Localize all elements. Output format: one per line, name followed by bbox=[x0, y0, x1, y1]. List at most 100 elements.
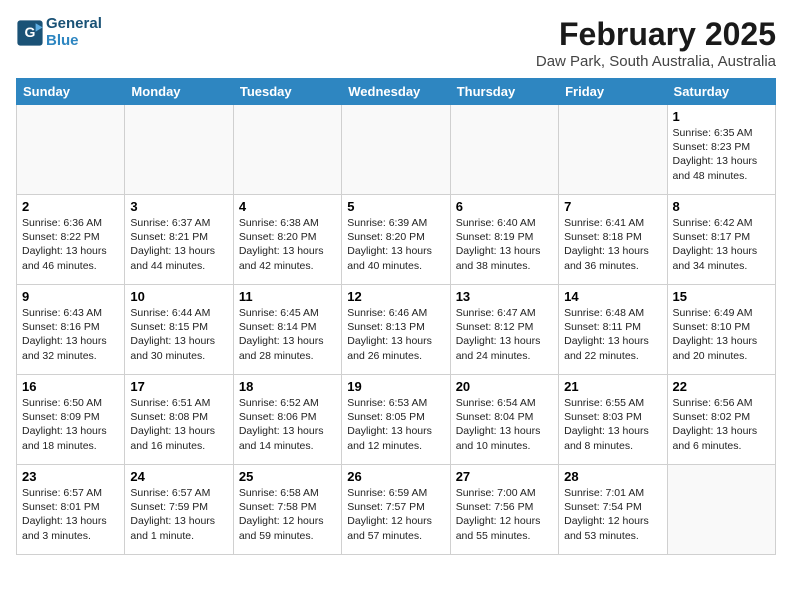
day-info: Sunrise: 6:37 AM Sunset: 8:21 PM Dayligh… bbox=[130, 216, 227, 273]
day-info: Sunrise: 6:40 AM Sunset: 8:19 PM Dayligh… bbox=[456, 216, 553, 273]
day-number: 19 bbox=[347, 379, 444, 394]
day-number: 6 bbox=[456, 199, 553, 214]
day-info: Sunrise: 6:49 AM Sunset: 8:10 PM Dayligh… bbox=[673, 306, 770, 363]
calendar-cell: 3 Sunrise: 6:37 AM Sunset: 8:21 PM Daylig… bbox=[125, 195, 233, 285]
calendar-cell bbox=[342, 105, 450, 195]
day-number: 26 bbox=[347, 469, 444, 484]
weekday-header-wednesday: Wednesday bbox=[342, 79, 450, 105]
calendar-cell: 23Sunrise: 6:57 AM Sunset: 8:01 PM Dayli… bbox=[17, 465, 125, 555]
day-info: Sunrise: 7:01 AM Sunset: 7:54 PM Dayligh… bbox=[564, 486, 661, 543]
logo-line2: Blue bbox=[46, 33, 102, 50]
calendar-cell: 1Sunrise: 6:35 AM Sunset: 8:23 PM Daylig… bbox=[667, 105, 775, 195]
day-info: Sunrise: 6:36 AM Sunset: 8:22 PM Dayligh… bbox=[22, 216, 119, 273]
calendar-week-row: 2 Sunrise: 6:36 AM Sunset: 8:22 PM Daylig… bbox=[17, 195, 776, 285]
day-info: Sunrise: 6:57 AM Sunset: 7:59 PM Dayligh… bbox=[130, 486, 227, 543]
day-info: Sunrise: 6:58 AM Sunset: 7:58 PM Dayligh… bbox=[239, 486, 336, 543]
calendar-title: February 2025 bbox=[536, 16, 776, 53]
calendar-cell: 24 Sunrise: 6:57 AM Sunset: 7:59 PM Dayli… bbox=[125, 465, 233, 555]
weekday-header-friday: Friday bbox=[559, 79, 667, 105]
day-info: Sunrise: 6:47 AM Sunset: 8:12 PM Dayligh… bbox=[456, 306, 553, 363]
calendar-cell: 26 Sunrise: 6:59 AM Sunset: 7:57 PM Dayli… bbox=[342, 465, 450, 555]
day-number: 7 bbox=[564, 199, 661, 214]
day-info: Sunrise: 7:00 AM Sunset: 7:56 PM Dayligh… bbox=[456, 486, 553, 543]
calendar-cell bbox=[17, 105, 125, 195]
logo: G General Blue bbox=[16, 16, 102, 49]
day-number: 17 bbox=[130, 379, 227, 394]
day-number: 5 bbox=[347, 199, 444, 214]
calendar-cell: 21Sunrise: 6:55 AM Sunset: 8:03 PM Dayli… bbox=[559, 375, 667, 465]
calendar-cell: 25 Sunrise: 6:58 AM Sunset: 7:58 PM Dayli… bbox=[233, 465, 341, 555]
day-number: 9 bbox=[22, 289, 119, 304]
calendar-cell: 12 Sunrise: 6:46 AM Sunset: 8:13 PM Dayli… bbox=[342, 285, 450, 375]
calendar-cell: 5Sunrise: 6:39 AM Sunset: 8:20 PM Daylig… bbox=[342, 195, 450, 285]
calendar-cell: 15 Sunrise: 6:49 AM Sunset: 8:10 PM Dayli… bbox=[667, 285, 775, 375]
weekday-header-sunday: Sunday bbox=[17, 79, 125, 105]
day-number: 24 bbox=[130, 469, 227, 484]
calendar-cell bbox=[450, 105, 558, 195]
calendar-cell: 9 Sunrise: 6:43 AM Sunset: 8:16 PM Daylig… bbox=[17, 285, 125, 375]
day-info: Sunrise: 6:44 AM Sunset: 8:15 PM Dayligh… bbox=[130, 306, 227, 363]
weekday-header-saturday: Saturday bbox=[667, 79, 775, 105]
calendar-week-row: 23Sunrise: 6:57 AM Sunset: 8:01 PM Dayli… bbox=[17, 465, 776, 555]
calendar-week-row: 1Sunrise: 6:35 AM Sunset: 8:23 PM Daylig… bbox=[17, 105, 776, 195]
day-info: Sunrise: 6:35 AM Sunset: 8:23 PM Dayligh… bbox=[673, 126, 770, 183]
day-info: Sunrise: 6:48 AM Sunset: 8:11 PM Dayligh… bbox=[564, 306, 661, 363]
calendar-cell: 2 Sunrise: 6:36 AM Sunset: 8:22 PM Daylig… bbox=[17, 195, 125, 285]
day-number: 28 bbox=[564, 469, 661, 484]
calendar-cell: 19 Sunrise: 6:53 AM Sunset: 8:05 PM Dayli… bbox=[342, 375, 450, 465]
calendar-cell: 16Sunrise: 6:50 AM Sunset: 8:09 PM Dayli… bbox=[17, 375, 125, 465]
day-info: Sunrise: 6:46 AM Sunset: 8:13 PM Dayligh… bbox=[347, 306, 444, 363]
day-number: 8 bbox=[673, 199, 770, 214]
logo-icon: G bbox=[16, 19, 44, 47]
calendar-cell: 14 Sunrise: 6:48 AM Sunset: 8:11 PM Dayli… bbox=[559, 285, 667, 375]
day-info: Sunrise: 6:43 AM Sunset: 8:16 PM Dayligh… bbox=[22, 306, 119, 363]
day-number: 10 bbox=[130, 289, 227, 304]
calendar-table: SundayMondayTuesdayWednesdayThursdayFrid… bbox=[16, 78, 776, 555]
calendar-cell: 20 Sunrise: 6:54 AM Sunset: 8:04 PM Dayli… bbox=[450, 375, 558, 465]
calendar-cell bbox=[559, 105, 667, 195]
day-number: 13 bbox=[456, 289, 553, 304]
day-number: 22 bbox=[673, 379, 770, 394]
day-number: 27 bbox=[456, 469, 553, 484]
day-info: Sunrise: 6:50 AM Sunset: 8:09 PM Dayligh… bbox=[22, 396, 119, 453]
calendar-cell: 18Sunrise: 6:52 AM Sunset: 8:06 PM Dayli… bbox=[233, 375, 341, 465]
day-info: Sunrise: 6:41 AM Sunset: 8:18 PM Dayligh… bbox=[564, 216, 661, 273]
day-number: 25 bbox=[239, 469, 336, 484]
svg-text:G: G bbox=[25, 24, 36, 40]
day-number: 2 bbox=[22, 199, 119, 214]
day-info: Sunrise: 6:53 AM Sunset: 8:05 PM Dayligh… bbox=[347, 396, 444, 453]
calendar-cell bbox=[667, 465, 775, 555]
day-info: Sunrise: 6:56 AM Sunset: 8:02 PM Dayligh… bbox=[673, 396, 770, 453]
day-info: Sunrise: 6:38 AM Sunset: 8:20 PM Dayligh… bbox=[239, 216, 336, 273]
day-number: 23 bbox=[22, 469, 119, 484]
calendar-cell: 17 Sunrise: 6:51 AM Sunset: 8:08 PM Dayli… bbox=[125, 375, 233, 465]
day-number: 15 bbox=[673, 289, 770, 304]
day-number: 3 bbox=[130, 199, 227, 214]
calendar-cell: 4 Sunrise: 6:38 AM Sunset: 8:20 PM Daylig… bbox=[233, 195, 341, 285]
calendar-cell: 11 Sunrise: 6:45 AM Sunset: 8:14 PM Dayli… bbox=[233, 285, 341, 375]
day-info: Sunrise: 6:51 AM Sunset: 8:08 PM Dayligh… bbox=[130, 396, 227, 453]
weekday-header-tuesday: Tuesday bbox=[233, 79, 341, 105]
day-info: Sunrise: 6:45 AM Sunset: 8:14 PM Dayligh… bbox=[239, 306, 336, 363]
day-number: 20 bbox=[456, 379, 553, 394]
page-header: G General Blue February 2025 Daw Park, S… bbox=[16, 16, 776, 70]
day-number: 14 bbox=[564, 289, 661, 304]
calendar-cell: 8Sunrise: 6:42 AM Sunset: 8:17 PM Daylig… bbox=[667, 195, 775, 285]
day-number: 12 bbox=[347, 289, 444, 304]
day-number: 11 bbox=[239, 289, 336, 304]
day-info: Sunrise: 6:54 AM Sunset: 8:04 PM Dayligh… bbox=[456, 396, 553, 453]
calendar-cell bbox=[233, 105, 341, 195]
calendar-cell: 10 Sunrise: 6:44 AM Sunset: 8:15 PM Dayli… bbox=[125, 285, 233, 375]
calendar-cell: 7 Sunrise: 6:41 AM Sunset: 8:18 PM Daylig… bbox=[559, 195, 667, 285]
title-block: February 2025 Daw Park, South Australia,… bbox=[536, 16, 776, 70]
day-number: 4 bbox=[239, 199, 336, 214]
calendar-cell bbox=[125, 105, 233, 195]
calendar-cell: 22 Sunrise: 6:56 AM Sunset: 8:02 PM Dayli… bbox=[667, 375, 775, 465]
calendar-week-row: 9 Sunrise: 6:43 AM Sunset: 8:16 PM Daylig… bbox=[17, 285, 776, 375]
day-number: 21 bbox=[564, 379, 661, 394]
day-info: Sunrise: 6:59 AM Sunset: 7:57 PM Dayligh… bbox=[347, 486, 444, 543]
calendar-subtitle: Daw Park, South Australia, Australia bbox=[536, 53, 776, 70]
calendar-cell: 13 Sunrise: 6:47 AM Sunset: 8:12 PM Dayli… bbox=[450, 285, 558, 375]
calendar-cell: 27 Sunrise: 7:00 AM Sunset: 7:56 PM Dayli… bbox=[450, 465, 558, 555]
calendar-cell: 28 Sunrise: 7:01 AM Sunset: 7:54 PM Dayli… bbox=[559, 465, 667, 555]
